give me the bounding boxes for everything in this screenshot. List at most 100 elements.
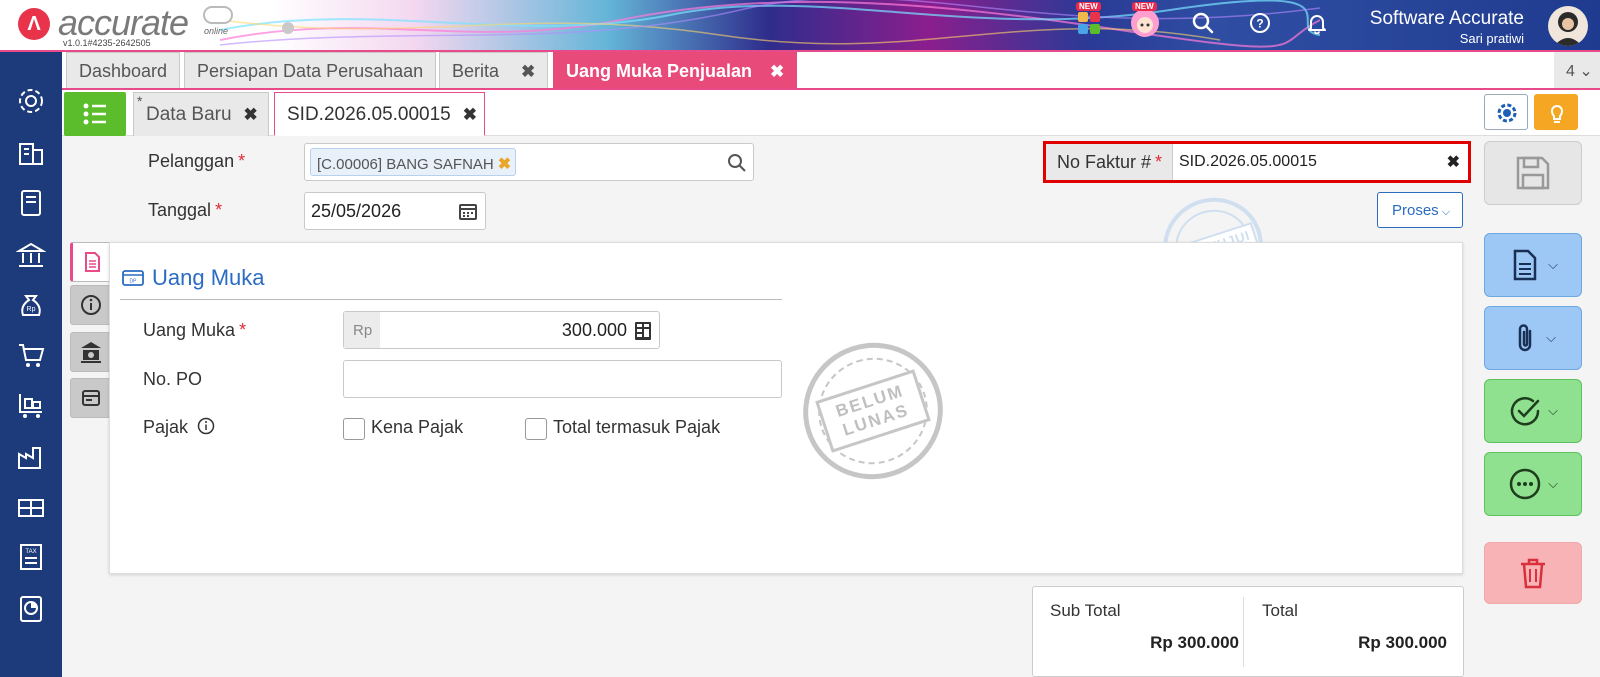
cloud-icon (203, 6, 233, 24)
help-button[interactable]: ? (1245, 8, 1275, 38)
currency-prefix: Rp (344, 312, 380, 348)
tips-button[interactable] (1534, 94, 1578, 130)
apps-grid-button[interactable]: NEW (1074, 2, 1104, 38)
tab-count-dropdown[interactable]: 4 ⌄ (1554, 52, 1600, 88)
info-icon (80, 295, 101, 315)
panel-title-divider (120, 299, 782, 300)
subtotal-label: Sub Total (1050, 601, 1121, 620)
pelanggan-field[interactable]: [C.00006] BANG SAFNAH ✖ (304, 143, 754, 181)
tab-dashboard[interactable]: Dashboard (66, 52, 181, 88)
calendar-icon[interactable] (459, 202, 477, 220)
paperclip-icon (1518, 324, 1532, 352)
vtab-payment[interactable] (70, 378, 110, 418)
approval-button[interactable]: ⌵ (1484, 379, 1582, 443)
tab-label: Berita (452, 61, 500, 81)
assistant-button[interactable]: NEW (1130, 2, 1160, 38)
factory-icon[interactable] (16, 442, 46, 472)
tab-label: Persiapan Data Perusahaan (197, 61, 424, 81)
unpaid-stamp: BELUM LUNAS (785, 324, 961, 498)
subtab-label: Data Baru (146, 104, 232, 125)
search-icon (1192, 12, 1214, 34)
vtab-document[interactable] (70, 242, 110, 282)
status-dot-icon (282, 22, 294, 34)
close-icon[interactable]: ✖ (463, 105, 477, 124)
uang-muka-input[interactable]: Rp 300.000 (343, 311, 660, 349)
print-document-button[interactable]: ⌵ (1484, 233, 1582, 297)
inventory-cart-icon[interactable] (16, 390, 46, 420)
uang-muka-label: Uang Muka * (143, 320, 247, 340)
no-po-label: No. PO (143, 369, 203, 389)
assistant-avatar-icon (1131, 9, 1159, 37)
shopping-cart-icon[interactable] (16, 340, 46, 370)
save-button[interactable] (1484, 141, 1582, 205)
svg-text:Rp: Rp (27, 306, 36, 313)
subtab-data-baru[interactable]: * Data Baru ✖ (133, 92, 269, 136)
attachment-button[interactable]: ⌵ (1484, 306, 1582, 370)
proses-label: Proses (1392, 202, 1439, 219)
subtab-label: SID.2026.05.00015 (287, 104, 451, 125)
settings-button[interactable] (1484, 94, 1528, 130)
tab-uang-muka-penjualan[interactable]: Uang Muka Penjualan ✖ (553, 52, 798, 88)
money-bag-icon[interactable]: Rp (16, 290, 46, 320)
remove-customer-icon[interactable]: ✖ (498, 156, 511, 173)
warehouse-icon[interactable] (16, 492, 46, 522)
settings-gear-icon[interactable] (16, 86, 46, 116)
totals-box: Sub Total Rp 300.000 Total Rp 300.000 (1032, 586, 1464, 677)
company-name[interactable]: Software Accurate (1370, 8, 1524, 30)
no-po-input[interactable] (343, 360, 782, 398)
customer-chip: [C.00006] BANG SAFNAH ✖ (310, 148, 517, 176)
new-badge: NEW (1132, 2, 1157, 11)
total-termasuk-pajak-checkbox[interactable] (525, 418, 547, 440)
delete-button[interactable] (1484, 542, 1582, 604)
vtab-info[interactable] (70, 285, 110, 325)
user-name[interactable]: Sari pratiwi (1460, 31, 1524, 46)
customer-chip-label: [C.00006] BANG SAFNAH (317, 156, 494, 173)
bank-icon[interactable] (16, 240, 46, 270)
proses-dropdown-button[interactable]: Proses ⌵ (1377, 192, 1463, 228)
pajak-label: Pajak (143, 417, 215, 438)
logo-online: online (204, 26, 229, 36)
total-value: Rp 300.000 (1358, 633, 1447, 652)
tab-persiapan-data-perusahaan[interactable]: Persiapan Data Perusahaan (184, 52, 437, 88)
clear-icon[interactable]: ✖ (1447, 152, 1460, 172)
no-faktur-value: SID.2026.05.00015 (1179, 153, 1317, 170)
chevron-down-icon: ⌵ (1441, 206, 1451, 218)
report-chart-icon[interactable] (16, 594, 46, 624)
tax-report-icon[interactable]: TAX (16, 542, 46, 572)
tanggal-field[interactable]: 25/05/2026 (304, 192, 486, 230)
panel-title: Uang Muka (152, 265, 265, 290)
total-label: Total (1262, 601, 1298, 620)
lightbulb-icon (1550, 105, 1564, 123)
accurate-logo-icon[interactable]: Λ (18, 8, 50, 40)
check-circle-icon (1510, 397, 1540, 426)
apps-grid-icon (1078, 12, 1100, 34)
tab-berita[interactable]: Berita ✖ (439, 52, 549, 88)
tanggal-value: 25/05/2026 (311, 201, 402, 221)
close-icon[interactable]: ✖ (521, 62, 535, 81)
notifications-button[interactable] (1302, 8, 1332, 38)
pelanggan-label: Pelanggan * (148, 151, 246, 171)
subtotal-value: Rp 300.000 (1150, 633, 1239, 652)
vtab-bank[interactable] (70, 332, 110, 372)
search-button[interactable] (1188, 8, 1218, 38)
chevron-down-icon: ⌵ (1546, 330, 1556, 345)
company-building-icon[interactable] (16, 138, 46, 168)
no-faktur-input[interactable]: SID.2026.05.00015 ✖ (1172, 144, 1468, 180)
more-dots-icon (1509, 468, 1541, 500)
no-faktur-group: No Faktur # * SID.2026.05.00015 ✖ (1043, 141, 1471, 183)
search-icon[interactable] (727, 153, 747, 173)
kena-pajak-checkbox[interactable] (343, 418, 365, 440)
subtab-sid-2026-05-00015[interactable]: SID.2026.05.00015 ✖ (274, 92, 485, 136)
user-avatar[interactable] (1548, 6, 1588, 46)
totals-divider (1243, 597, 1244, 667)
more-actions-button[interactable]: ⌵ (1484, 452, 1582, 516)
new-badge: NEW (1076, 2, 1101, 11)
close-icon[interactable]: ✖ (770, 62, 784, 81)
modified-marker: * (137, 93, 143, 109)
calculator-icon[interactable] (635, 322, 651, 340)
info-icon[interactable] (197, 417, 215, 435)
ledger-book-icon[interactable] (16, 188, 46, 218)
list-view-button[interactable] (64, 92, 126, 136)
close-icon[interactable]: ✖ (244, 105, 258, 124)
list-icon (83, 103, 106, 125)
